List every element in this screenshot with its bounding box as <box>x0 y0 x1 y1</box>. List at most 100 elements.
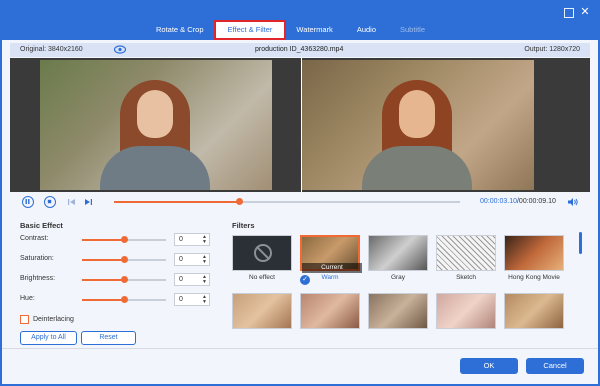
seek-bar[interactable] <box>114 198 460 205</box>
hue-label: Hue: <box>20 295 35 302</box>
filter-hong-kong-movie[interactable]: Hong Kong Movie <box>504 235 564 281</box>
basic-effect-title: Basic Effect <box>20 221 63 230</box>
seek-progress <box>114 201 239 203</box>
contrast-value: 0 <box>179 236 183 243</box>
saturation-fill <box>82 259 124 261</box>
saturation-value: 0 <box>179 256 183 263</box>
contrast-row: Contrast: 0 ▲ ▼ <box>20 233 220 247</box>
no-effect-icon <box>254 244 272 262</box>
output-resolution: Output: 1280x720 <box>524 46 580 53</box>
stepper-icon[interactable]: ▲ ▼ <box>202 275 207 285</box>
next-frame-icon[interactable] <box>82 196 94 208</box>
eye-icon[interactable] <box>113 45 127 54</box>
hue-handle[interactable] <box>121 296 128 303</box>
saturation-input[interactable]: 0 ▲ ▼ <box>174 253 210 266</box>
time-display: 00:00:03.10/00:00:09.10 <box>480 198 556 205</box>
tab-effect-filter[interactable]: Effect & Filter <box>213 20 287 40</box>
filter-name: Sketch <box>456 274 476 281</box>
filter-thumbnail[interactable] <box>232 293 292 329</box>
filter-thumbnail[interactable] <box>368 293 428 329</box>
tab-subtitle[interactable]: Subtitle <box>388 22 437 38</box>
deinterlacing-checkbox[interactable] <box>20 315 29 324</box>
stepper-icon[interactable]: ▲ ▼ <box>202 235 207 245</box>
filters-grid: No effect Current ✓ Warm Gray Sketch Hon… <box>232 235 572 330</box>
hue-slider[interactable] <box>82 296 166 303</box>
filter-thumbnail[interactable] <box>300 293 360 329</box>
sketch-thumbnail <box>436 235 496 271</box>
hue-value: 0 <box>179 296 183 303</box>
person-face <box>399 90 435 138</box>
brightness-input[interactable]: 0 ▲ ▼ <box>174 273 210 286</box>
maximize-icon[interactable] <box>564 8 574 18</box>
output-preview <box>302 60 534 190</box>
stepper-icon[interactable]: ▲ ▼ <box>202 255 207 265</box>
title-bar: Rotate & Crop Effect & Filter Watermark … <box>2 2 598 40</box>
filter-name: No effect <box>249 274 275 281</box>
brightness-slider[interactable] <box>82 276 166 283</box>
filter-name: Hong Kong Movie <box>508 274 560 281</box>
original-preview <box>40 60 272 190</box>
contrast-handle[interactable] <box>121 236 128 243</box>
stepper-icon[interactable]: ▲ ▼ <box>202 295 207 305</box>
filter-name: Gray <box>390 274 406 281</box>
filter-thumbnail-image <box>300 293 360 329</box>
filter-thumbnail-image <box>436 293 496 329</box>
filter-no-effect[interactable]: No effect <box>232 235 292 281</box>
person-face <box>137 90 173 138</box>
saturation-row: Saturation: 0 ▲ ▼ <box>20 253 220 267</box>
brightness-fill <box>82 279 124 281</box>
contrast-input[interactable]: 0 ▲ ▼ <box>174 233 210 246</box>
close-icon[interactable]: ✕ <box>580 7 590 18</box>
brightness-row: Brightness: 0 ▲ ▼ <box>20 273 220 287</box>
person-body <box>100 146 210 190</box>
info-bar: Original: 3840x2160 production ID_436328… <box>10 43 590 57</box>
tab-watermark[interactable]: Watermark <box>284 22 344 38</box>
stop-icon[interactable] <box>44 196 56 208</box>
filters-title: Filters <box>232 221 255 230</box>
hue-fill <box>82 299 124 301</box>
duration: /00:00:09.10 <box>516 198 556 205</box>
current-time: 00:00:03.10 <box>480 198 517 205</box>
contrast-slider[interactable] <box>82 236 166 243</box>
pause-icon[interactable] <box>22 196 34 208</box>
gray-thumbnail <box>368 235 428 271</box>
filter-warm[interactable]: Current ✓ Warm <box>300 235 362 285</box>
contrast-fill <box>82 239 124 241</box>
tab-rotate-crop[interactable]: Rotate & Crop <box>144 22 216 38</box>
contrast-label: Contrast: <box>20 235 49 242</box>
warm-thumbnail: Current <box>300 235 362 273</box>
check-icon: ✓ <box>300 275 310 285</box>
current-badge: Current <box>302 263 362 273</box>
footer-divider <box>2 348 598 349</box>
video-preview <box>10 58 590 192</box>
cancel-button[interactable]: Cancel <box>526 358 584 374</box>
tab-audio[interactable]: Audio <box>345 22 388 38</box>
reset-button[interactable]: Reset <box>81 331 136 345</box>
filters-scrollbar[interactable] <box>579 232 582 254</box>
original-resolution: Original: 3840x2160 <box>20 46 83 53</box>
apply-to-all-button[interactable]: Apply to All <box>20 331 77 345</box>
hue-input[interactable]: 0 ▲ ▼ <box>174 293 210 306</box>
file-name: production ID_4363280.mp4 <box>255 46 344 53</box>
filter-sketch[interactable]: Sketch <box>436 235 496 281</box>
seek-handle[interactable] <box>235 198 243 205</box>
playback-controls: 00:00:03.10/00:00:09.10 <box>10 192 590 212</box>
volume-icon[interactable] <box>567 197 579 207</box>
brightness-label: Brightness: <box>20 275 56 282</box>
filter-thumbnail[interactable] <box>504 293 564 329</box>
saturation-slider[interactable] <box>82 256 166 263</box>
previous-frame-icon[interactable] <box>66 196 78 208</box>
brightness-handle[interactable] <box>121 276 128 283</box>
hue-row: Hue: 0 ▲ ▼ <box>20 293 220 307</box>
hong-kong-movie-thumbnail <box>504 235 564 271</box>
ok-button[interactable]: OK <box>460 358 518 374</box>
no-effect-thumbnail <box>232 235 292 271</box>
person-body <box>362 146 472 190</box>
deinterlacing-label: Deinterlacing <box>33 316 74 323</box>
filter-gray[interactable]: Gray <box>368 235 428 281</box>
filter-thumbnail-image <box>504 293 564 329</box>
saturation-handle[interactable] <box>121 256 128 263</box>
filter-thumbnail[interactable] <box>436 293 496 329</box>
edit-dialog: Rotate & Crop Effect & Filter Watermark … <box>0 0 600 386</box>
filter-thumbnail-image <box>368 293 428 329</box>
